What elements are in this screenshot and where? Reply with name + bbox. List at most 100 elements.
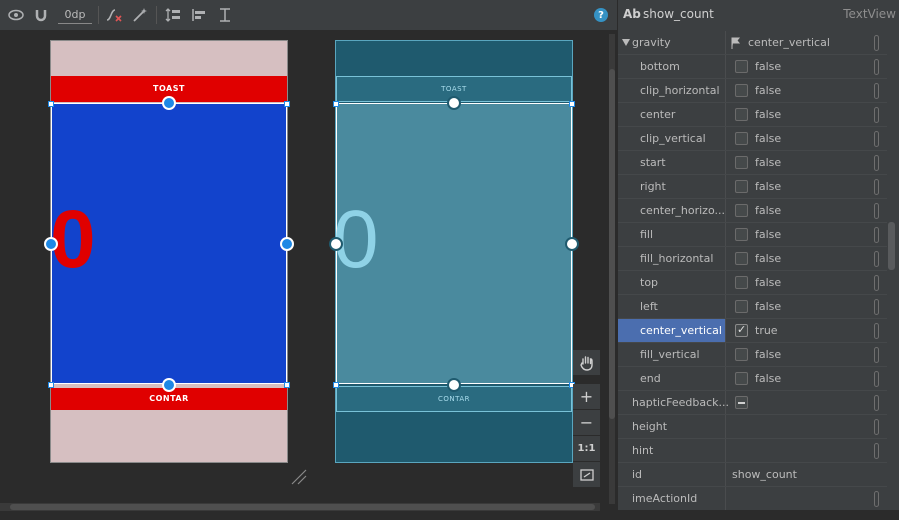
gravity-flag-row[interactable]: right false (618, 175, 887, 199)
toolbar-divider (98, 6, 99, 24)
attr-edit-handle[interactable] (874, 419, 879, 435)
attr-edit-handle[interactable] (874, 155, 879, 171)
gravity-flag-checkbox[interactable] (735, 132, 748, 145)
attr-edit-handle[interactable] (874, 107, 879, 123)
gravity-flag-row[interactable]: start false (618, 151, 887, 175)
gravity-flag-row[interactable]: end false (618, 367, 887, 391)
constraint-handle-top[interactable] (447, 96, 461, 110)
constraint-handle-top[interactable] (162, 96, 176, 110)
zoom-out-button[interactable]: − (573, 410, 600, 436)
attr-row-id[interactable]: id show_count (618, 463, 887, 487)
resize-handle[interactable] (284, 101, 290, 107)
attr-edit-handle[interactable] (874, 347, 879, 363)
zoom-in-button[interactable]: + (573, 384, 600, 410)
magnet-icon[interactable] (31, 5, 51, 25)
gravity-flag-checkbox[interactable] (735, 180, 748, 193)
gravity-flag-name: clip_vertical (640, 132, 706, 145)
zoom-to-fit-icon[interactable] (573, 462, 600, 488)
gravity-flag-name: clip_horizontal (640, 84, 720, 97)
attr-edit-handle[interactable] (874, 83, 879, 99)
id-value[interactable]: show_count (732, 468, 797, 481)
attr-row-ime-action-id[interactable]: imeActionId (618, 487, 887, 510)
actual-size-button[interactable]: 1:1 (573, 436, 600, 462)
pack-icon[interactable] (163, 5, 183, 25)
haptic-checkbox[interactable] (735, 396, 748, 409)
gravity-flag-checkbox[interactable] (735, 108, 748, 121)
gravity-flag-row[interactable]: clip_vertical false (618, 127, 887, 151)
default-margin-field[interactable]: 0dp (58, 6, 92, 24)
resize-handle[interactable] (48, 101, 54, 107)
resize-handle[interactable] (284, 382, 290, 388)
gravity-flag-checkbox[interactable] (735, 60, 748, 73)
gravity-flag-name: fill (640, 228, 654, 241)
attr-edit-handle[interactable] (874, 59, 879, 75)
constraint-handle-left[interactable] (329, 237, 343, 251)
gravity-flag-row[interactable]: fill_vertical false (618, 343, 887, 367)
gravity-flag-value: false (755, 372, 782, 385)
canvas-vertical-scrollbar[interactable] (609, 34, 615, 504)
eye-icon[interactable] (6, 5, 26, 25)
infer-constraints-icon[interactable] (130, 5, 150, 25)
attr-edit-handle[interactable] (874, 299, 879, 315)
gravity-flag-value: false (755, 156, 782, 169)
gravity-flag-row[interactable]: top false (618, 271, 887, 295)
attr-edit-handle[interactable] (874, 35, 879, 51)
resize-handle[interactable] (48, 382, 54, 388)
attr-edit-handle[interactable] (874, 251, 879, 267)
help-icon[interactable]: ? (594, 8, 608, 22)
gravity-flag-row[interactable]: fill false (618, 223, 887, 247)
gravity-flag-checkbox[interactable] (735, 300, 748, 313)
attr-edit-handle[interactable] (874, 491, 879, 507)
constraint-handle-bottom[interactable] (447, 378, 461, 392)
gravity-flag-checkbox[interactable] (735, 372, 748, 385)
show-count-outline[interactable]: 0 (333, 103, 572, 384)
gravity-flag-checkbox[interactable] (735, 204, 748, 217)
clear-constraints-icon[interactable] (104, 5, 124, 25)
gravity-flag-checkbox[interactable] (735, 323, 748, 337)
attr-edit-handle[interactable] (874, 371, 879, 387)
attr-edit-handle[interactable] (874, 275, 879, 291)
attr-edit-handle[interactable] (874, 179, 879, 195)
align-icon[interactable] (189, 5, 209, 25)
canvas-horizontal-scrollbar[interactable] (0, 503, 600, 511)
show-count-textview[interactable]: 0 (50, 103, 287, 384)
attr-edit-handle[interactable] (874, 443, 879, 459)
gravity-flag-value: false (755, 300, 782, 313)
attr-row-haptic-feedback[interactable]: hapticFeedback... (618, 391, 887, 415)
constraint-handle-bottom[interactable] (162, 378, 176, 392)
attr-row-gravity[interactable]: gravity center_vertical (618, 31, 887, 55)
resize-grip-icon[interactable] (290, 468, 308, 486)
gravity-flag-row[interactable]: clip_horizontal false (618, 79, 887, 103)
gravity-flag-value: false (755, 252, 782, 265)
gravity-flag-checkbox[interactable] (735, 252, 748, 265)
gravity-flag-row[interactable]: center_horizo... false (618, 199, 887, 223)
constraint-handle-right[interactable] (280, 237, 294, 251)
gravity-flag-checkbox[interactable] (735, 84, 748, 97)
gravity-flag-checkbox[interactable] (735, 276, 748, 289)
attr-edit-handle[interactable] (874, 131, 879, 147)
attributes-scrollbar[interactable] (888, 222, 895, 270)
gravity-flag-row[interactable]: bottom false (618, 55, 887, 79)
attr-edit-handle[interactable] (874, 227, 879, 243)
resize-handle[interactable] (333, 101, 339, 107)
attr-edit-handle[interactable] (874, 395, 879, 411)
attr-row-hint[interactable]: hint (618, 439, 887, 463)
gravity-flag-row[interactable]: fill_horizontal false (618, 247, 887, 271)
attr-edit-handle[interactable] (874, 203, 879, 219)
gravity-flag-checkbox[interactable] (735, 156, 748, 169)
gravity-flag-row[interactable]: center false (618, 103, 887, 127)
attr-row-height[interactable]: height (618, 415, 887, 439)
gravity-flag-checkbox[interactable] (735, 228, 748, 241)
resize-handle[interactable] (333, 382, 339, 388)
gravity-flag-checkbox[interactable] (735, 348, 748, 361)
gravity-flag-row[interactable]: left false (618, 295, 887, 319)
blueprint-view: TOAST 0 CONTAR (329, 40, 579, 463)
resize-handle[interactable] (569, 101, 575, 107)
constraint-handle-right[interactable] (565, 237, 579, 251)
expand-triangle-icon[interactable] (622, 39, 630, 46)
gravity-flag-row[interactable]: center_vertical true (618, 319, 887, 343)
constraint-handle-left[interactable] (44, 237, 58, 251)
attr-edit-handle[interactable] (874, 323, 879, 339)
pan-hand-icon[interactable] (573, 350, 600, 376)
guidelines-icon[interactable] (215, 5, 235, 25)
